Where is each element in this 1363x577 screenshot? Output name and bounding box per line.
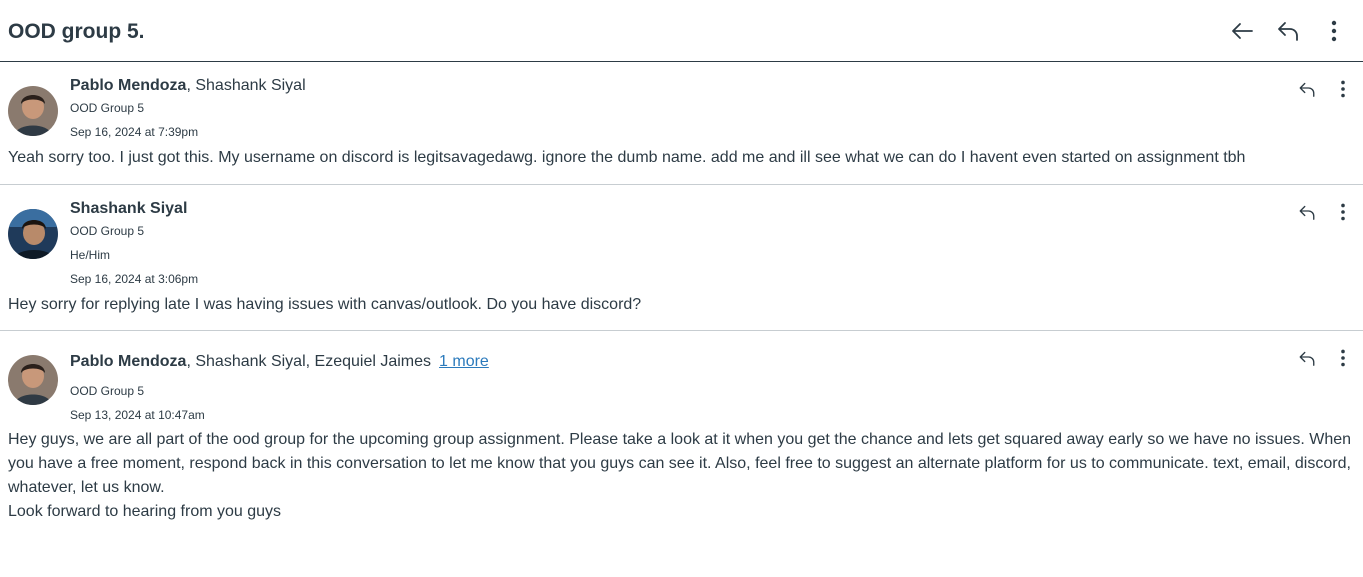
message-date: Sep 13, 2024 at 10:47am xyxy=(70,408,205,422)
message-reply-button[interactable] xyxy=(1289,75,1325,103)
message-actions xyxy=(1289,198,1361,226)
author-name: Pablo Mendoza xyxy=(70,77,187,94)
conversation-header: OOD group 5. xyxy=(0,0,1363,62)
message-paragraph: Hey sorry for replying late I was having… xyxy=(8,296,642,313)
message-paragraph: Hey guys, we are all part of the ood gro… xyxy=(8,431,1352,496)
more-options-button[interactable] xyxy=(1315,12,1353,50)
message-body: Hey guys, we are all part of the ood gro… xyxy=(0,428,1363,524)
author-name: Shashank Siyal xyxy=(70,200,188,217)
message-actions xyxy=(1289,75,1361,103)
recipient-names: , Shashank Siyal xyxy=(186,77,306,94)
reply-icon xyxy=(1299,82,1315,97)
reply-icon xyxy=(1278,21,1298,41)
message-body: Yeah sorry too. I just got this. My user… xyxy=(0,146,1363,170)
message-item: Pablo Mendoza, Shashank Siyal, Ezequiel … xyxy=(0,331,1363,577)
group-name: OOD Group 5 xyxy=(70,224,145,238)
message-item: Pablo Mendoza, Shashank Siyal OOD Group … xyxy=(0,62,1363,185)
message-item: Shashank Siyal OOD Group 5 He/Him Sep 16… xyxy=(0,185,1363,331)
message-body: Hey sorry for replying late I was having… xyxy=(0,293,1363,317)
reply-button[interactable] xyxy=(1269,12,1307,50)
avatar[interactable] xyxy=(8,86,58,136)
message-more-button[interactable] xyxy=(1325,75,1361,103)
message-paragraph: Look forward to hearing from you guys xyxy=(8,503,282,520)
more-vertical-icon xyxy=(1341,80,1345,98)
message-more-button[interactable] xyxy=(1325,198,1361,226)
message-participants: Pablo Mendoza, Shashank Siyal xyxy=(70,76,1363,100)
message-actions xyxy=(1289,344,1361,372)
message-participants: Pablo Mendoza, Shashank Siyal, Ezequiel … xyxy=(70,352,1363,376)
back-button[interactable] xyxy=(1223,12,1261,50)
author-name: Pablo Mendoza xyxy=(70,353,187,370)
message-more-button[interactable] xyxy=(1325,344,1361,372)
more-vertical-icon xyxy=(1331,20,1337,41)
more-vertical-icon xyxy=(1341,203,1345,221)
avatar[interactable] xyxy=(8,355,58,405)
group-name: OOD Group 5 xyxy=(70,384,145,398)
more-vertical-icon xyxy=(1341,349,1345,367)
group-name: OOD Group 5 xyxy=(70,101,145,115)
reply-icon xyxy=(1299,205,1315,220)
message-paragraph: Yeah sorry too. I just got this. My user… xyxy=(8,149,1246,166)
message-participants: Shashank Siyal xyxy=(70,199,1363,223)
more-recipients-link[interactable]: 1 more xyxy=(439,353,489,370)
arrow-left-icon xyxy=(1232,22,1253,39)
header-actions xyxy=(1223,12,1353,50)
message-date: Sep 16, 2024 at 7:39pm xyxy=(70,125,199,139)
reply-icon xyxy=(1299,351,1315,366)
message-reply-button[interactable] xyxy=(1289,198,1325,226)
recipient-names: , Shashank Siyal, Ezequiel Jaimes xyxy=(186,353,432,370)
pronouns: He/Him xyxy=(70,248,111,262)
message-reply-button[interactable] xyxy=(1289,344,1325,372)
message-date: Sep 16, 2024 at 3:06pm xyxy=(70,272,199,286)
conversation-title: OOD group 5. xyxy=(8,19,145,43)
avatar[interactable] xyxy=(8,209,58,259)
